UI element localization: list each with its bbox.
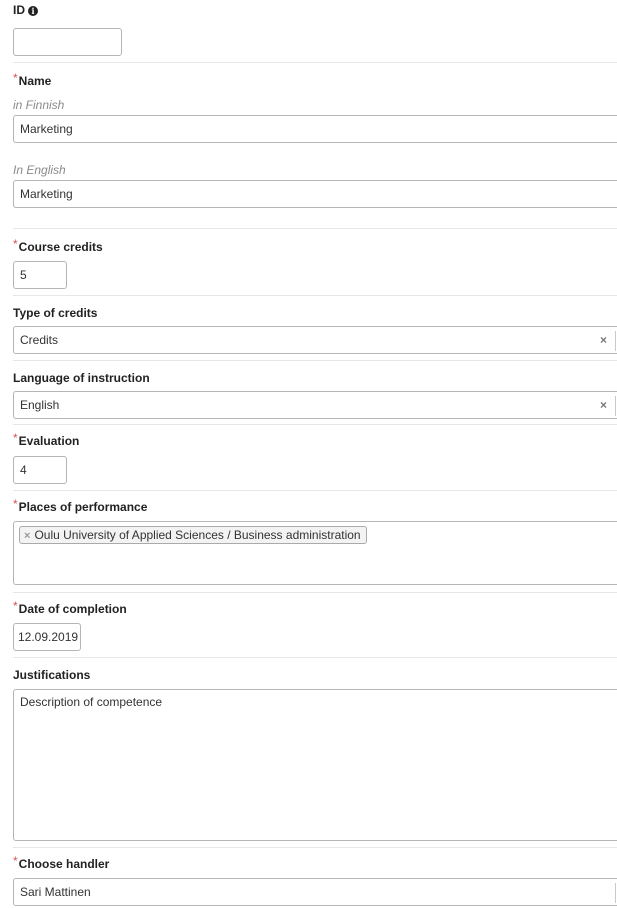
date-input[interactable]: 12.09.2019: [13, 623, 81, 651]
id-label-text: ID: [13, 3, 25, 17]
type-of-credits-label: Type of credits: [13, 306, 98, 320]
language-label: Language of instruction: [13, 371, 150, 385]
handler-value: Sari Mattinen: [20, 885, 91, 899]
handler-label: *Choose handler: [13, 854, 110, 871]
justifications-section: Justifications Description of competence: [13, 657, 617, 848]
place-tag: × Oulu University of Applied Sciences / B…: [19, 526, 367, 544]
english-sublabel: In English: [13, 163, 66, 177]
language-select[interactable]: English ×: [13, 391, 617, 419]
course-credits-section: *Course credits 5: [13, 228, 617, 296]
date-section: *Date of completion 12.09.2019: [13, 592, 617, 658]
date-label-text: Date of completion: [18, 602, 127, 616]
handler-label-text: Choose handler: [18, 857, 110, 871]
course-credits-label: *Course credits: [13, 237, 103, 254]
id-input[interactable]: [13, 28, 122, 56]
places-label-text: Places of performance: [18, 500, 148, 514]
required-marker: *: [13, 599, 18, 613]
language-section: Language of instruction English ×: [13, 360, 617, 425]
evaluation-label-text: Evaluation: [18, 434, 80, 448]
required-marker: *: [13, 237, 18, 251]
evaluation-input[interactable]: 4: [13, 456, 67, 484]
finnish-sublabel: in Finnish: [13, 98, 65, 112]
handler-select[interactable]: Sari Mattinen: [13, 878, 617, 906]
course-credits-label-text: Course credits: [18, 240, 103, 254]
type-of-credits-section: Type of credits Credits ×: [13, 295, 617, 361]
language-value: English: [20, 398, 60, 412]
required-marker: *: [13, 497, 18, 511]
name-section: *Name in Finnish Marketing In English Ma…: [13, 62, 617, 229]
course-credits-input[interactable]: 5: [13, 261, 67, 289]
places-multiselect[interactable]: × Oulu University of Applied Sciences / B…: [13, 521, 617, 585]
handler-section: *Choose handler Sari Mattinen: [13, 847, 617, 908]
info-icon[interactable]: i: [28, 6, 38, 16]
clear-icon[interactable]: ×: [600, 327, 607, 353]
required-marker: *: [13, 854, 18, 868]
remove-tag-icon[interactable]: ×: [24, 530, 30, 542]
places-label: *Places of performance: [13, 497, 148, 514]
date-label: *Date of completion: [13, 599, 127, 616]
name-label: *Name: [13, 71, 52, 88]
name-finnish-input[interactable]: Marketing: [13, 115, 617, 143]
type-of-credits-value: Credits: [20, 333, 59, 347]
name-english-input[interactable]: Marketing: [13, 180, 617, 208]
type-of-credits-select[interactable]: Credits ×: [13, 326, 617, 354]
required-marker: *: [13, 431, 18, 445]
justifications-label: Justifications: [13, 668, 91, 682]
id-section: ID i: [13, 0, 617, 62]
application-form: ID i *Name in Finnish Marketing In Englis…: [0, 0, 617, 907]
evaluation-section: *Evaluation 4: [13, 424, 617, 491]
required-marker: *: [13, 71, 18, 85]
id-label: ID i: [13, 3, 38, 17]
clear-icon[interactable]: ×: [600, 392, 607, 418]
places-section: *Places of performance × Oulu University …: [13, 490, 617, 593]
evaluation-label: *Evaluation: [13, 431, 80, 448]
place-tag-label: Oulu University of Applied Sciences / Bu…: [34, 528, 361, 542]
justifications-textarea[interactable]: Description of competence: [13, 689, 617, 841]
name-label-text: Name: [18, 74, 52, 88]
